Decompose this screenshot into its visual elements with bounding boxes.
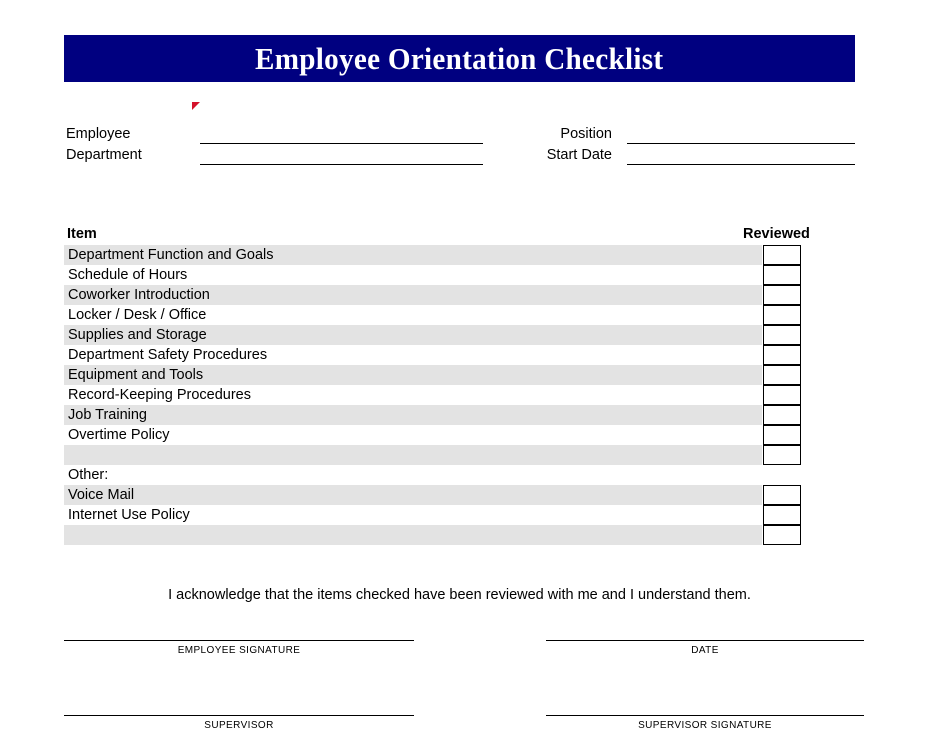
- column-header-reviewed: Reviewed: [743, 226, 810, 242]
- position-field-input[interactable]: [627, 143, 855, 144]
- checklist-row: [64, 445, 801, 465]
- supervisor-signature-caption: SUPERVISOR SIGNATURE: [638, 720, 772, 731]
- column-header-item: Item: [67, 226, 97, 242]
- checklist-item-label: Overtime Policy: [68, 427, 170, 443]
- reviewed-checkbox[interactable]: [763, 505, 801, 525]
- supervisor-caption: SUPERVISOR: [204, 720, 274, 731]
- checklist-rows: Department Function and Goals Schedule of…: [64, 245, 804, 545]
- position-field-label: Position: [560, 126, 612, 142]
- employee-field-input[interactable]: [200, 143, 483, 144]
- department-field-input[interactable]: [200, 164, 483, 165]
- reviewed-checkbox[interactable]: [763, 365, 801, 385]
- start-date-field-label: Start Date: [546, 147, 612, 163]
- reviewed-checkbox[interactable]: [763, 305, 801, 325]
- acknowledgment-text: I acknowledge that the items checked hav…: [168, 587, 751, 603]
- table-header-row: Item Reviewed: [64, 225, 810, 245]
- checklist-row: Internet Use Policy: [64, 505, 801, 525]
- checklist-table: Item Reviewed Department Function and Go…: [64, 225, 810, 545]
- department-field-label: Department: [66, 147, 142, 163]
- checklist-row: Coworker Introduction: [64, 285, 801, 305]
- supervisor-signature-line[interactable]: [546, 715, 864, 716]
- reviewed-checkbox[interactable]: [763, 245, 801, 265]
- checklist-row: Equipment and Tools: [64, 365, 801, 385]
- reviewed-checkbox[interactable]: [763, 345, 801, 365]
- title-banner: Employee Orientation Checklist: [64, 35, 855, 82]
- checklist-item-label: Equipment and Tools: [68, 367, 204, 383]
- checklist-row: Job Training: [64, 405, 801, 425]
- reviewed-checkbox[interactable]: [763, 445, 801, 465]
- employee-signature-line[interactable]: [64, 640, 414, 641]
- supervisor-line[interactable]: [64, 715, 414, 716]
- reviewed-checkbox[interactable]: [763, 405, 801, 425]
- employee-field-label: Employee: [66, 126, 131, 142]
- checklist-item-label: Internet Use Policy: [68, 507, 190, 523]
- checklist-row: Other:: [64, 465, 762, 485]
- checklist-item-label: Schedule of Hours: [68, 267, 188, 283]
- page-title: Employee Orientation Checklist: [255, 40, 664, 76]
- date-signature-line[interactable]: [546, 640, 864, 641]
- reviewed-checkbox[interactable]: [763, 285, 801, 305]
- checklist-row: Locker / Desk / Office: [64, 305, 801, 325]
- checklist-row: Voice Mail: [64, 485, 801, 505]
- checklist-item-label: Department Safety Procedures: [68, 347, 268, 363]
- checklist-item-label: Coworker Introduction: [68, 287, 210, 303]
- reviewed-checkbox[interactable]: [763, 485, 801, 505]
- checklist-row: Department Safety Procedures: [64, 345, 801, 365]
- reviewed-checkbox[interactable]: [763, 525, 801, 545]
- checklist-row: Supplies and Storage: [64, 325, 801, 345]
- checklist-item-label: Department Function and Goals: [68, 247, 274, 263]
- checklist-item-label: Record-Keeping Procedures: [68, 387, 251, 403]
- checklist-item-label: Other:: [68, 467, 109, 483]
- checklist-row: Schedule of Hours: [64, 265, 801, 285]
- orientation-checklist-page: Employee Orientation Checklist Employee …: [0, 0, 935, 755]
- checklist-row: [64, 525, 801, 545]
- checklist-item-label: Job Training: [68, 407, 147, 423]
- reviewed-checkbox[interactable]: [763, 325, 801, 345]
- checklist-item-label: Supplies and Storage: [68, 327, 207, 343]
- checklist-row: Record-Keeping Procedures: [64, 385, 801, 405]
- reviewed-checkbox[interactable]: [763, 385, 801, 405]
- checklist-row: Department Function and Goals: [64, 245, 801, 265]
- checklist-row: Overtime Policy: [64, 425, 801, 445]
- date-caption: DATE: [691, 645, 719, 656]
- employee-signature-caption: EMPLOYEE SIGNATURE: [177, 645, 301, 656]
- reviewed-checkbox[interactable]: [763, 265, 801, 285]
- checklist-item-label: Voice Mail: [68, 487, 135, 503]
- red-comment-mark-icon: [192, 102, 200, 110]
- reviewed-checkbox[interactable]: [763, 425, 801, 445]
- checklist-item-label: Locker / Desk / Office: [68, 307, 207, 323]
- start-date-field-input[interactable]: [627, 164, 855, 165]
